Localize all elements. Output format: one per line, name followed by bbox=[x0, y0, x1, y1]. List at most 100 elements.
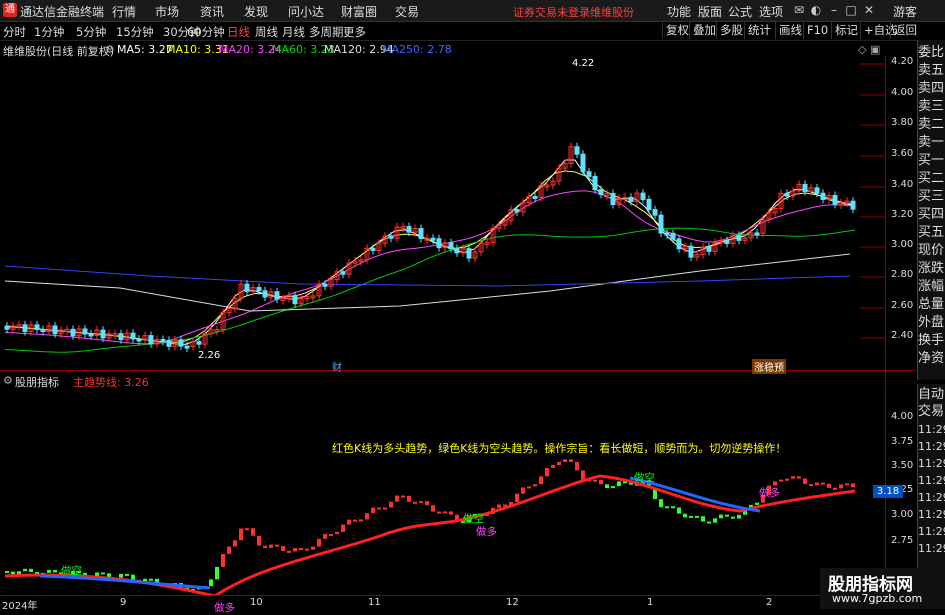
side-label: 买一 bbox=[918, 153, 945, 168]
current-value-badge: 3.18 bbox=[873, 485, 903, 498]
indicator-candle bbox=[539, 476, 543, 485]
mark-button[interactable]: 标记 bbox=[831, 21, 861, 39]
period-weekly[interactable]: 周线 bbox=[255, 24, 278, 40]
ma250-line bbox=[4, 265, 851, 287]
price-tick: 2.60 bbox=[891, 300, 914, 311]
side-label: 委比 bbox=[918, 45, 945, 60]
menu-quotes[interactable]: 行情 bbox=[112, 3, 136, 20]
time-label: 11:29 bbox=[918, 525, 945, 538]
menu-news[interactable]: 资讯 bbox=[200, 3, 224, 20]
long-signal-label: 做多 bbox=[214, 602, 235, 614]
price-candle bbox=[610, 193, 616, 206]
adjust-button[interactable]: 复权 bbox=[662, 21, 692, 39]
indicator-gear-icon[interactable]: ⚙ bbox=[3, 374, 13, 387]
stats-button[interactable]: 统计 bbox=[744, 21, 774, 39]
time-label: 11:29 bbox=[918, 542, 945, 555]
period-daily[interactable]: 日线 bbox=[227, 24, 250, 40]
indicator-candle bbox=[755, 502, 759, 505]
mail-icon[interactable]: ✉ bbox=[791, 2, 807, 18]
price-candle bbox=[436, 238, 442, 249]
side-label: 外盘 bbox=[918, 315, 945, 330]
price-candle bbox=[322, 283, 328, 287]
indicator-candle bbox=[101, 572, 105, 575]
indicator-candle bbox=[431, 505, 435, 512]
finance-tag[interactable]: 财 bbox=[332, 359, 342, 374]
menu-trade[interactable]: 交易 bbox=[395, 3, 419, 20]
indicator-candle bbox=[377, 507, 381, 510]
back-button[interactable]: 返回 bbox=[890, 21, 920, 39]
indicator-candle bbox=[695, 515, 699, 518]
menu-discover[interactable]: 发现 bbox=[244, 3, 268, 20]
indicator-candle bbox=[401, 495, 405, 498]
price-candle bbox=[340, 271, 346, 275]
side-label: 涨跌 bbox=[918, 261, 945, 276]
close-icon[interactable]: ✕ bbox=[861, 2, 877, 18]
indicator-candle bbox=[605, 484, 609, 489]
period-1min[interactable]: 1分钟 bbox=[34, 24, 64, 40]
collapse-icon[interactable]: ◇ ▣ bbox=[858, 43, 880, 56]
period-15min[interactable]: 15分钟 bbox=[116, 24, 154, 40]
price-candle bbox=[88, 333, 94, 337]
indicator-description: 红色K线为多头趋势，绿色K线为空头趋势。操作宗旨：看长做短，顺势而为。切勿逆势操… bbox=[332, 442, 787, 455]
minimize-icon[interactable]: – bbox=[826, 2, 842, 18]
options-button[interactable]: 选项 bbox=[759, 3, 783, 20]
price-candle bbox=[448, 242, 454, 250]
chart-canvas bbox=[4, 63, 885, 596]
price-candle bbox=[466, 248, 472, 259]
guest-label[interactable]: 游客 bbox=[893, 3, 917, 20]
ind-tick: 3.75 bbox=[891, 436, 914, 447]
indicator-candle bbox=[131, 574, 135, 580]
period-timeshare[interactable]: 分时 bbox=[3, 24, 26, 40]
theme-icon[interactable]: ◐ bbox=[808, 2, 824, 18]
price-candle bbox=[34, 324, 40, 330]
time-label: 11:29 bbox=[918, 491, 945, 504]
layout-button[interactable]: 版面 bbox=[698, 3, 722, 20]
menu-xiaoda[interactable]: 问小达 bbox=[288, 3, 324, 20]
indicator-name[interactable]: 股朋指标 bbox=[15, 374, 59, 390]
price-candle bbox=[652, 209, 658, 216]
indicator-candle bbox=[779, 479, 783, 482]
low-price-label: 2.26 bbox=[198, 350, 221, 361]
indicator-candle bbox=[563, 459, 567, 462]
indicator-candle bbox=[521, 487, 525, 494]
multi-stock-button[interactable]: 多股 bbox=[716, 21, 746, 39]
date-axis-line bbox=[0, 595, 916, 596]
overlay-button[interactable]: 叠加 bbox=[689, 21, 719, 39]
indicator-candle bbox=[533, 484, 537, 487]
app-logo-icon: 通 bbox=[3, 3, 17, 17]
price-tick: 3.20 bbox=[891, 209, 914, 220]
limit-tag[interactable]: 涨稳预 bbox=[752, 359, 786, 374]
menu-market[interactable]: 市场 bbox=[155, 3, 179, 20]
formula-button[interactable]: 公式 bbox=[728, 3, 752, 20]
period-monthly[interactable]: 月线 bbox=[282, 24, 305, 40]
trade-label[interactable]: 交易 bbox=[918, 403, 945, 421]
price-candle bbox=[754, 232, 760, 236]
maximize-icon[interactable]: □ bbox=[843, 2, 859, 18]
indicator-candle bbox=[497, 504, 501, 508]
price-candle bbox=[598, 189, 604, 195]
app-title: 通达信金融终端 bbox=[20, 5, 105, 19]
period-more[interactable]: 更多 bbox=[343, 24, 366, 40]
price-candle bbox=[178, 339, 184, 347]
f10-button[interactable]: F10 bbox=[803, 21, 831, 39]
price-tick: 2.40 bbox=[891, 330, 914, 341]
indicator-candle bbox=[851, 483, 855, 488]
indicator-candle bbox=[215, 566, 219, 580]
indicator-candle bbox=[365, 513, 369, 520]
function-button[interactable]: 功能 bbox=[667, 3, 691, 20]
menu-wealth[interactable]: 财富圈 bbox=[341, 3, 377, 20]
period-60min[interactable]: 60分钟 bbox=[187, 24, 225, 40]
settings-gear-icon[interactable]: ⚙ bbox=[105, 43, 115, 56]
price-candle bbox=[130, 332, 136, 340]
draw-button[interactable]: 画线 bbox=[775, 21, 805, 39]
indicator-candle bbox=[821, 482, 825, 485]
auto-label[interactable]: 自动 bbox=[918, 386, 945, 404]
indicator-candle bbox=[713, 518, 717, 523]
ma250-label: MA250: 2.78 bbox=[382, 43, 452, 56]
side-label: 卖一 bbox=[918, 135, 945, 150]
period-multi[interactable]: 多周期 bbox=[309, 24, 344, 40]
period-5min[interactable]: 5分钟 bbox=[76, 24, 106, 40]
login-notice[interactable]: 证券交易未登录 bbox=[513, 4, 590, 20]
price-tick: 3.40 bbox=[891, 179, 914, 190]
price-candle bbox=[262, 290, 268, 298]
